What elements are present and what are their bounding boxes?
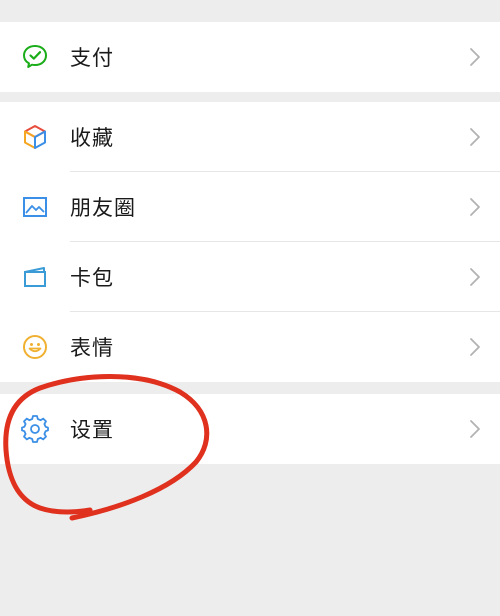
moments-label: 朋友圈: [70, 196, 136, 220]
chevron-right-icon: [470, 128, 480, 146]
menu-item-stickers[interactable]: 表情: [0, 312, 500, 382]
chevron-right-icon: [470, 268, 480, 286]
menu-item-settings[interactable]: 设置: [0, 394, 500, 464]
card-wallet-icon: [20, 262, 50, 292]
moments-image-icon: [20, 192, 50, 222]
favorites-cube-icon: [20, 122, 50, 152]
services-group: 收藏 朋友圈 卡包 表情: [0, 102, 500, 382]
favorites-label: 收藏: [70, 126, 114, 150]
wechat-me-page: 支付 收藏 朋友圈 卡包 表情 设置: [0, 0, 500, 616]
settings-label: 设置: [70, 418, 114, 442]
stickers-label: 表情: [70, 336, 114, 360]
chevron-right-icon: [470, 198, 480, 216]
chevron-right-icon: [470, 420, 480, 438]
chevron-right-icon: [470, 338, 480, 356]
pay-label: 支付: [70, 46, 114, 70]
wechat-pay-icon: [20, 42, 50, 72]
menu-item-favorites[interactable]: 收藏: [0, 102, 500, 172]
sticker-smile-icon: [20, 332, 50, 362]
menu-item-pay[interactable]: 支付: [0, 22, 500, 92]
menu-item-card-wallet[interactable]: 卡包: [0, 242, 500, 312]
pay-group: 支付: [0, 22, 500, 92]
gear-icon: [20, 414, 50, 444]
card-wallet-label: 卡包: [70, 266, 114, 290]
chevron-right-icon: [470, 48, 480, 66]
settings-group: 设置: [0, 394, 500, 464]
menu-item-moments[interactable]: 朋友圈: [0, 172, 500, 242]
